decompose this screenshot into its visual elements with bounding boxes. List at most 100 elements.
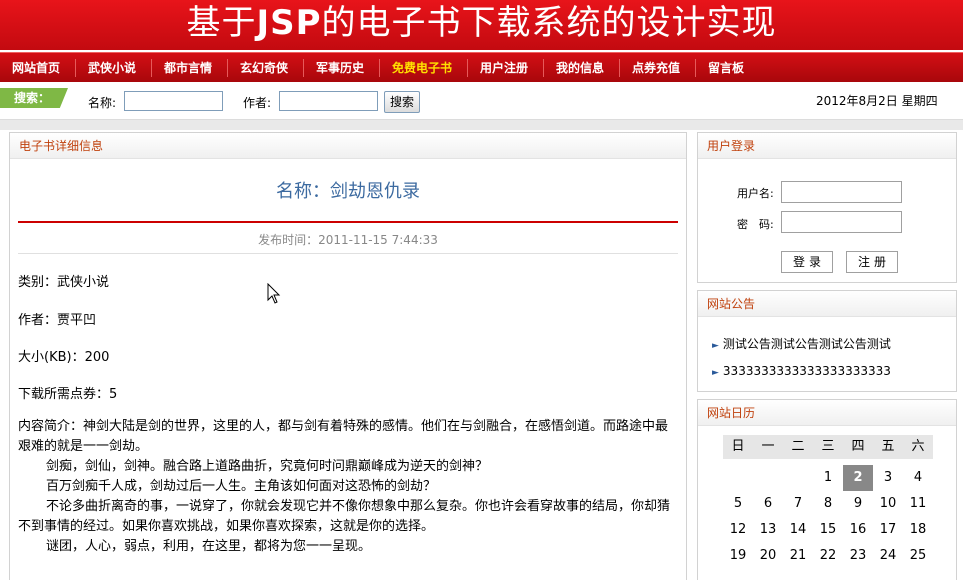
calendar-day[interactable]: 1 <box>813 465 843 491</box>
arrow-right-icon: ► <box>712 341 719 351</box>
calendar-day[interactable]: 14 <box>783 517 813 543</box>
announcement-item[interactable]: ► 3333333333333333333333 <box>712 364 891 378</box>
calendar-day[interactable]: 24 <box>873 543 903 569</box>
nav-divider <box>379 59 380 77</box>
announcement-text: 测试公告测试公告测试公告测试 <box>722 337 891 351</box>
nav-divider <box>543 59 544 77</box>
intro-paragraph: 百万剑痴千人成，剑劫过后一人生。主角该如何面对这恐怖的剑劫？ <box>46 479 437 494</box>
calendar-day[interactable]: 13 <box>753 517 783 543</box>
nav-item-military[interactable]: 军事历史 <box>316 53 364 83</box>
weekday-label: 二 <box>791 439 805 454</box>
ebook-points: 下载所需点券：5 <box>18 387 118 402</box>
calendar-day[interactable]: 25 <box>903 543 933 569</box>
intro-paragraph: 内容简介：神剑大陆是剑的世界，这里的人，都与剑有着特殊的感情。他们在与剑融合，在… <box>18 419 669 454</box>
calendar-day <box>783 465 813 491</box>
calendar-week: 19 20 21 22 23 24 25 <box>723 543 933 569</box>
announcements-panel: 网站公告 ► 测试公告测试公告测试公告测试 ► 333333333333333333… <box>697 290 957 392</box>
divider <box>18 253 678 254</box>
main-nav: 网站首页 武侠小说 都市言情 玄幻奇侠 军事历史 免费电子书 用户注册 我的信息… <box>0 52 963 82</box>
nav-item-romance[interactable]: 都市言情 <box>164 53 212 83</box>
search-button[interactable]: 搜索 <box>384 91 420 113</box>
nav-divider <box>695 59 696 77</box>
calendar-week: 5 6 7 8 9 10 11 <box>723 491 933 517</box>
panel-title: 网站公告 <box>698 291 956 317</box>
intro-paragraph: 谜团，人心，弱点，利用，在这里，都将为您一一呈现。 <box>46 539 372 554</box>
content-background <box>0 120 963 130</box>
calendar-day[interactable]: 11 <box>903 491 933 517</box>
ebook-title: 名称：剑劫恩仇录 <box>276 181 420 202</box>
calendar-day[interactable]: 19 <box>723 543 753 569</box>
page-root: 基于JSP的电子书下载系统的设计实现 网站首页 武侠小说 都市言情 玄幻奇侠 军… <box>0 0 963 580</box>
nav-item-wuxia[interactable]: 武侠小说 <box>88 53 136 83</box>
calendar-day[interactable]: 9 <box>843 491 873 517</box>
weekday-label: 三 <box>821 439 835 454</box>
panel-title: 网站日历 <box>698 400 956 426</box>
nav-item-my-info[interactable]: 我的信息 <box>556 53 604 83</box>
calendar-week: 12 13 14 15 16 17 18 <box>723 517 933 543</box>
calendar-day[interactable]: 7 <box>783 491 813 517</box>
site-banner: 基于JSP的电子书下载系统的设计实现 <box>0 0 963 50</box>
calendar-day[interactable]: 12 <box>723 517 753 543</box>
calendar-day[interactable]: 4 <box>903 465 933 491</box>
login-button[interactable]: 登录 <box>781 251 833 273</box>
calendar-days: 1 2 3 4 5 6 7 8 9 10 11 12 13 14 15 16 17 18 19 20 21 22 23 24 2… <box>723 465 933 569</box>
nav-divider <box>151 59 152 77</box>
calendar-day[interactable]: 18 <box>903 517 933 543</box>
search-name-label: 名称: <box>88 96 117 110</box>
calendar-day[interactable]: 20 <box>753 543 783 569</box>
calendar-day[interactable]: 3 <box>873 465 903 491</box>
search-name-input[interactable] <box>124 91 223 111</box>
site-title: 基于JSP的电子书下载系统的设计实现 <box>186 3 777 43</box>
ebook-detail-panel: 电子书详细信息 名称：剑劫恩仇录 发布时间：2011-11-15 7:44:33… <box>9 132 687 580</box>
weekday-label: 日 <box>731 439 745 454</box>
search-author-input[interactable] <box>279 91 378 111</box>
nav-item-free-ebooks[interactable]: 免费电子书 <box>392 53 452 83</box>
calendar-panel: 网站日历 日 一 二 三 四 五 六 1 2 3 4 5 6 7 8 9 10 11 12 13 14 15… <box>697 399 957 580</box>
nav-divider <box>75 59 76 77</box>
calendar-day[interactable]: 15 <box>813 517 843 543</box>
nav-divider <box>619 59 620 77</box>
calendar-day[interactable]: 21 <box>783 543 813 569</box>
calendar-day[interactable]: 16 <box>843 517 873 543</box>
search-tag: 搜索： <box>0 88 68 108</box>
ebook-author: 作者：贾平凹 <box>18 313 97 328</box>
calendar-day <box>753 465 783 491</box>
nav-item-home[interactable]: 网站首页 <box>12 53 60 83</box>
calendar-day[interactable]: 6 <box>753 491 783 517</box>
login-panel: 用户登录 用户名: 密 码: 登录 注册 <box>697 132 957 283</box>
ebook-size: 大小(KB)：200 <box>18 350 110 365</box>
search-author-label: 作者: <box>243 96 272 110</box>
weekday-label: 五 <box>881 439 895 454</box>
calendar-day[interactable]: 2 <box>843 465 873 491</box>
nav-item-fantasy[interactable]: 玄幻奇侠 <box>240 53 288 83</box>
nav-item-register[interactable]: 用户注册 <box>480 53 528 83</box>
panel-title: 电子书详细信息 <box>10 133 686 159</box>
weekday-label: 一 <box>761 439 775 454</box>
nav-item-recharge[interactable]: 点券充值 <box>632 53 680 83</box>
calendar-day[interactable]: 22 <box>813 543 843 569</box>
password-input[interactable] <box>781 211 902 233</box>
register-button[interactable]: 注册 <box>846 251 898 273</box>
calendar-day <box>723 465 753 491</box>
weekday-label: 四 <box>851 439 865 454</box>
search-bar: 搜索： 名称: 作者: 搜索 2012年8月2日 星期四 <box>0 83 963 120</box>
announcement-item[interactable]: ► 测试公告测试公告测试公告测试 <box>712 335 891 352</box>
calendar-day[interactable]: 17 <box>873 517 903 543</box>
calendar-day[interactable]: 5 <box>723 491 753 517</box>
username-input[interactable] <box>781 181 902 203</box>
arrow-right-icon: ► <box>712 368 719 378</box>
calendar: 日 一 二 三 四 五 六 1 2 3 4 5 6 7 8 9 10 11 12 13 14 15 16 17 1… <box>723 435 933 569</box>
calendar-day[interactable]: 23 <box>843 543 873 569</box>
panel-title: 用户登录 <box>698 133 956 159</box>
weekday-label: 六 <box>911 439 925 454</box>
password-label: 密 码: <box>737 218 774 231</box>
publish-time: 发布时间：2011-11-15 7:44:33 <box>258 233 438 247</box>
nav-item-guestbook[interactable]: 留言板 <box>708 53 744 83</box>
calendar-weekdays: 日 一 二 三 四 五 六 <box>723 435 933 459</box>
calendar-day[interactable]: 8 <box>813 491 843 517</box>
mouse-cursor-icon <box>267 283 281 304</box>
nav-divider <box>467 59 468 77</box>
announcement-text: 3333333333333333333333 <box>722 364 891 378</box>
calendar-day[interactable]: 10 <box>873 491 903 517</box>
username-label: 用户名: <box>737 187 774 200</box>
